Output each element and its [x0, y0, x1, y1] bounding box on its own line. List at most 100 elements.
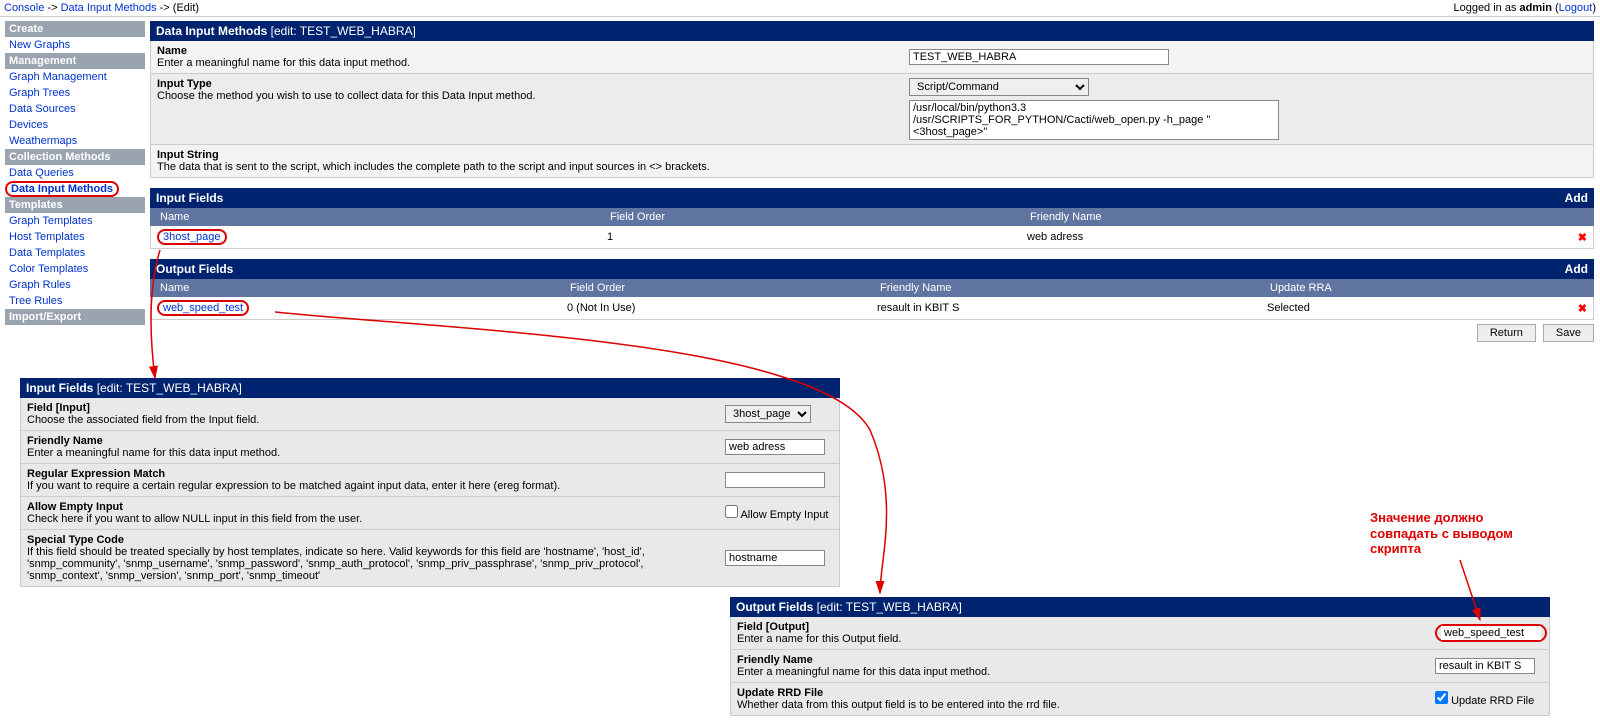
name-input[interactable]: [909, 49, 1169, 65]
of-col-name: Name: [156, 282, 566, 294]
eo-friendly-input[interactable]: [1435, 658, 1535, 674]
side-sec-collection: Collection Methods: [5, 149, 145, 165]
bc-console[interactable]: Console: [4, 2, 44, 14]
of-row: web_speed_test 0 (Not In Use) resault in…: [150, 297, 1594, 320]
dim-title: Data Input Methods: [156, 24, 267, 38]
eo-rrd-label: Update RRD File: [737, 687, 1423, 699]
ei-regex-label: Regular Expression Match: [27, 468, 713, 480]
eo-friendly-label: Friendly Name: [737, 654, 1423, 666]
sidebar-color-templates[interactable]: Color Templates: [5, 261, 145, 277]
if-title: Input Fields: [156, 191, 223, 205]
side-sec-templates: Templates: [5, 197, 145, 213]
logout-link[interactable]: Logout: [1559, 2, 1593, 14]
of-row-delete[interactable]: ✖: [1578, 302, 1587, 315]
sidebar-graph-management[interactable]: Graph Management: [5, 69, 145, 85]
of-title: Output Fields: [156, 262, 233, 276]
logged-in-text: Logged in as: [1453, 2, 1516, 14]
of-row-name[interactable]: web_speed_test: [163, 302, 243, 314]
output-fields-add[interactable]: Add: [1565, 262, 1588, 276]
annotation-text: Значение должно совпадать с выводом скри…: [1370, 510, 1530, 557]
of-row-rra: Selected: [1267, 302, 1578, 314]
of-col-rra: Update RRA: [1266, 282, 1588, 294]
ei-title: Input Fields: [26, 381, 93, 395]
sidebar: Create New Graphs Management Graph Manag…: [5, 21, 145, 325]
name-label: Name: [157, 45, 897, 57]
of-col-friendly: Friendly Name: [876, 282, 1266, 294]
ei-field-select[interactable]: 3host_page: [725, 405, 811, 423]
eo-field-hint: Enter a name for this Output field.: [737, 633, 901, 645]
sidebar-data-sources[interactable]: Data Sources: [5, 101, 145, 117]
if-col-name: Name: [156, 211, 606, 223]
input-fields-add[interactable]: Add: [1565, 191, 1588, 205]
ei-friendly-input[interactable]: [725, 439, 825, 455]
if-row-friendly: web adress: [1027, 231, 1578, 243]
dim-edit-suffix: [edit: TEST_WEB_HABRA]: [271, 24, 416, 38]
ei-allow-hint: Check here if you want to allow NULL inp…: [27, 513, 362, 525]
eo-rrd-hint: Whether data from this output field is t…: [737, 699, 1060, 711]
ei-allow-cb-label: Allow Empty Input: [740, 509, 828, 521]
sidebar-graph-rules[interactable]: Graph Rules: [5, 277, 145, 293]
if-row: 3host_page 1 web adress ✖: [150, 226, 1594, 249]
user: admin: [1520, 2, 1552, 14]
eo-rrd-cb-label: Update RRD File: [1451, 695, 1534, 707]
if-col-order: Field Order: [606, 211, 1026, 223]
type-hint: Choose the method you wish to use to col…: [157, 90, 536, 102]
input-string-textarea[interactable]: /usr/local/bin/python3.3 /usr/SCRIPTS_FO…: [909, 100, 1279, 140]
eo-field-input[interactable]: [1441, 626, 1541, 640]
type-select[interactable]: Script/Command: [909, 78, 1089, 96]
input-fields-header: Input Fields Add: [150, 188, 1594, 208]
sidebar-graph-templates[interactable]: Graph Templates: [5, 213, 145, 229]
of-col-order: Field Order: [566, 282, 876, 294]
ei-friendly-hint: Enter a meaningful name for this data in…: [27, 447, 280, 459]
sidebar-data-queries[interactable]: Data Queries: [5, 165, 145, 181]
type-label: Input Type: [157, 78, 897, 90]
sidebar-host-templates[interactable]: Host Templates: [5, 229, 145, 245]
main: Data Input Methods [edit: TEST_WEB_HABRA…: [150, 21, 1594, 346]
save-button[interactable]: Save: [1543, 324, 1594, 342]
eo-friendly-hint: Enter a meaningful name for this data in…: [737, 666, 990, 678]
dim-header: Data Input Methods [edit: TEST_WEB_HABRA…: [150, 21, 1594, 41]
ei-friendly-label: Friendly Name: [27, 435, 713, 447]
eo-suffix: [edit: TEST_WEB_HABRA]: [817, 600, 962, 614]
bc-dim[interactable]: Data Input Methods: [61, 2, 157, 14]
ei-field-hint: Choose the associated field from the Inp…: [27, 414, 259, 426]
sidebar-data-templates[interactable]: Data Templates: [5, 245, 145, 261]
sidebar-tree-rules[interactable]: Tree Rules: [5, 293, 145, 309]
if-col-friendly: Friendly Name: [1026, 211, 1588, 223]
ei-suffix: [edit: TEST_WEB_HABRA]: [97, 381, 242, 395]
sidebar-devices[interactable]: Devices: [5, 117, 145, 133]
ei-field-label: Field [Input]: [27, 402, 713, 414]
of-row-friendly: resault in KBIT S: [877, 302, 1267, 314]
side-sec-import-export: Import/Export: [5, 309, 145, 325]
ei-regex-input[interactable]: [725, 472, 825, 488]
edit-input-panel: Input Fields [edit: TEST_WEB_HABRA] Fiel…: [20, 378, 840, 587]
side-sec-create: Create: [5, 21, 145, 37]
of-row-order: 0 (Not In Use): [567, 302, 877, 314]
ei-allow-cb[interactable]: [725, 505, 738, 518]
ei-special-input[interactable]: [725, 550, 825, 566]
sidebar-graph-trees[interactable]: Graph Trees: [5, 85, 145, 101]
eo-field-label: Field [Output]: [737, 621, 1423, 633]
if-row-name[interactable]: 3host_page: [163, 231, 221, 243]
eo-rrd-cb[interactable]: [1435, 691, 1448, 704]
bc-edit: (Edit): [173, 2, 199, 14]
if-row-delete[interactable]: ✖: [1578, 231, 1587, 244]
ei-special-label: Special Type Code: [27, 534, 713, 546]
edit-output-panel: Output Fields [edit: TEST_WEB_HABRA] Fie…: [730, 597, 1550, 716]
sidebar-weathermaps[interactable]: Weathermaps: [5, 133, 145, 149]
return-button[interactable]: Return: [1477, 324, 1536, 342]
ei-special-hint: If this field should be treated speciall…: [27, 546, 645, 582]
sidebar-new-graphs[interactable]: New Graphs: [5, 37, 145, 53]
side-sec-management: Management: [5, 53, 145, 69]
button-row: Return Save: [150, 320, 1594, 346]
eo-title: Output Fields: [736, 600, 813, 614]
of-header-row: Name Field Order Friendly Name Update RR…: [150, 279, 1594, 297]
sidebar-data-input-methods[interactable]: Data Input Methods: [11, 183, 113, 195]
string-hint: The data that is sent to the script, whi…: [157, 161, 710, 173]
breadcrumb: Console -> Data Input Methods -> (Edit) …: [0, 0, 1600, 17]
if-header-row: Name Field Order Friendly Name: [150, 208, 1594, 226]
ei-regex-hint: If you want to require a certain regular…: [27, 480, 560, 492]
output-fields-header: Output Fields Add: [150, 259, 1594, 279]
name-hint: Enter a meaningful name for this data in…: [157, 57, 410, 69]
if-row-order: 1: [607, 231, 1027, 243]
